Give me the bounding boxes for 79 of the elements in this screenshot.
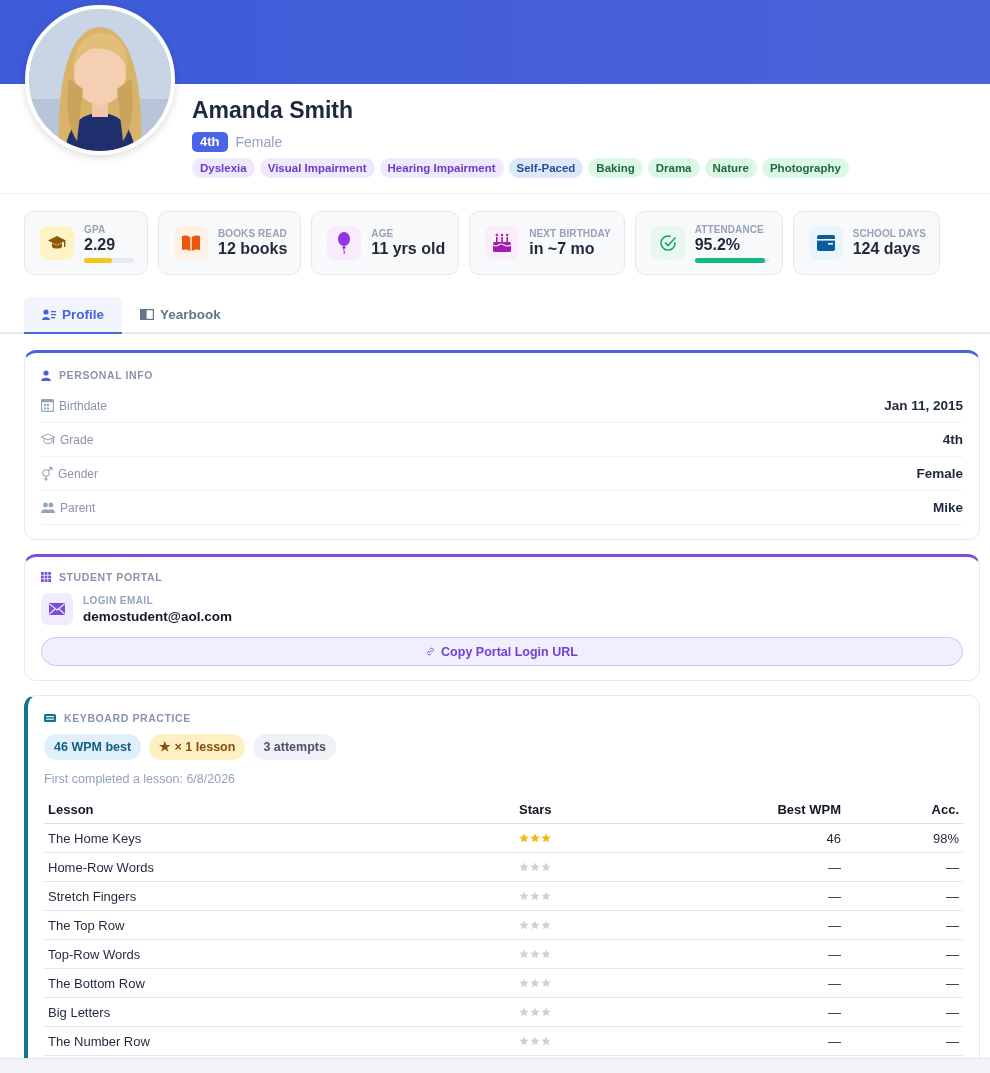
section-title: STUDENT PORTAL xyxy=(59,571,163,583)
table-cell: — xyxy=(845,881,963,911)
book-icon xyxy=(140,309,154,320)
stat-badge: ★ × 1 lesson xyxy=(149,734,246,760)
table-cell: Stretch Fingers xyxy=(44,881,515,911)
table-cell: The Number Row xyxy=(44,1026,515,1056)
link-icon xyxy=(426,647,436,656)
stat-value: 95.2% xyxy=(694,234,742,255)
table-cell: — xyxy=(643,939,845,969)
table-cell: The Home Keys xyxy=(44,823,515,853)
table-cell: Home-Row Words xyxy=(44,852,515,882)
completion-note: First completed a lesson: 6/8/2026 xyxy=(44,772,237,786)
tag: Hearing Impairment xyxy=(379,158,504,178)
keyboard-icon xyxy=(44,714,56,722)
stat-label: BOOKS READ xyxy=(218,227,288,239)
tag: Drama xyxy=(647,158,700,178)
field-label: Birthdate xyxy=(59,398,109,413)
grid-icon xyxy=(41,572,51,582)
stat-label: SCHOOL DAYS xyxy=(852,227,927,239)
stat-value: 2.29 xyxy=(84,234,117,255)
stat-badge: 3 attempts xyxy=(253,734,336,760)
column-header: Best WPM xyxy=(643,796,845,824)
section-title: PERSONAL INFO xyxy=(59,369,153,381)
stat-value: 11 yrs old xyxy=(371,238,446,259)
field-label: Parent xyxy=(60,500,97,515)
field-label: Gender xyxy=(58,466,100,481)
tab[interactable]: Yearbook xyxy=(122,297,239,334)
table-cell: — xyxy=(643,968,845,998)
progress-bar xyxy=(84,257,134,263)
profile-card-icon xyxy=(42,309,56,320)
field-value: Mike xyxy=(933,500,963,515)
table-cell: 98% xyxy=(845,823,963,853)
field-value: 4th xyxy=(942,432,963,447)
tag: Self-Paced xyxy=(508,158,584,178)
table-cell: Top-Row Words xyxy=(44,939,515,969)
field-label: LOGIN EMAIL xyxy=(83,594,154,606)
gender-label: Female xyxy=(235,134,283,150)
student-name: Amanda Smith xyxy=(192,96,355,124)
copy-url-button[interactable]: Copy Portal Login URL xyxy=(41,637,963,666)
field-label: Grade xyxy=(60,432,95,447)
table-cell: — xyxy=(643,997,845,1027)
grade-badge: 4th xyxy=(192,132,228,152)
tag: Visual Impairment xyxy=(259,158,375,178)
table-cell: — xyxy=(845,1026,963,1056)
table-cell: — xyxy=(845,852,963,882)
table-cell: — xyxy=(845,968,963,998)
stat-label: NEXT BIRTHDAY xyxy=(529,227,611,239)
table-cell: The Bottom Row xyxy=(44,968,515,998)
column-header: Stars xyxy=(515,796,643,824)
tag: Baking xyxy=(588,158,643,178)
person-icon xyxy=(41,369,51,381)
tag: Photography xyxy=(761,158,849,178)
tag: Nature xyxy=(704,158,757,178)
field-value: Jan 11, 2015 xyxy=(884,398,963,413)
section-title: KEYBOARD PRACTICE xyxy=(64,712,191,724)
email-value: demostudent@aol.com xyxy=(83,608,232,624)
table-cell: — xyxy=(643,852,845,882)
table-cell: — xyxy=(845,997,963,1027)
table-cell: — xyxy=(845,939,963,969)
column-header: Acc. xyxy=(845,796,963,824)
field-value: Female xyxy=(916,466,963,481)
table-cell: — xyxy=(643,910,845,940)
tag: Dyslexia xyxy=(192,158,255,178)
table-cell: — xyxy=(845,910,963,940)
table-cell: — xyxy=(643,881,845,911)
table-cell: The Top Row xyxy=(44,910,515,940)
stat-value: 12 books xyxy=(218,238,288,259)
table-cell: 46 xyxy=(643,823,845,853)
stat-label: ATTENDANCE xyxy=(694,223,765,235)
table-cell: — xyxy=(643,1026,845,1056)
tab[interactable]: Profile xyxy=(24,297,122,334)
table-cell: Big Letters xyxy=(44,997,515,1027)
column-header: Lesson xyxy=(44,796,515,824)
stat-value: 124 days xyxy=(852,238,922,259)
stat-label: GPA xyxy=(84,223,107,235)
envelope-icon xyxy=(41,593,73,625)
stat-label: AGE xyxy=(371,227,395,239)
stat-badge: 46 WPM best xyxy=(44,734,142,760)
stat-value: in ~7 mo xyxy=(529,238,596,259)
